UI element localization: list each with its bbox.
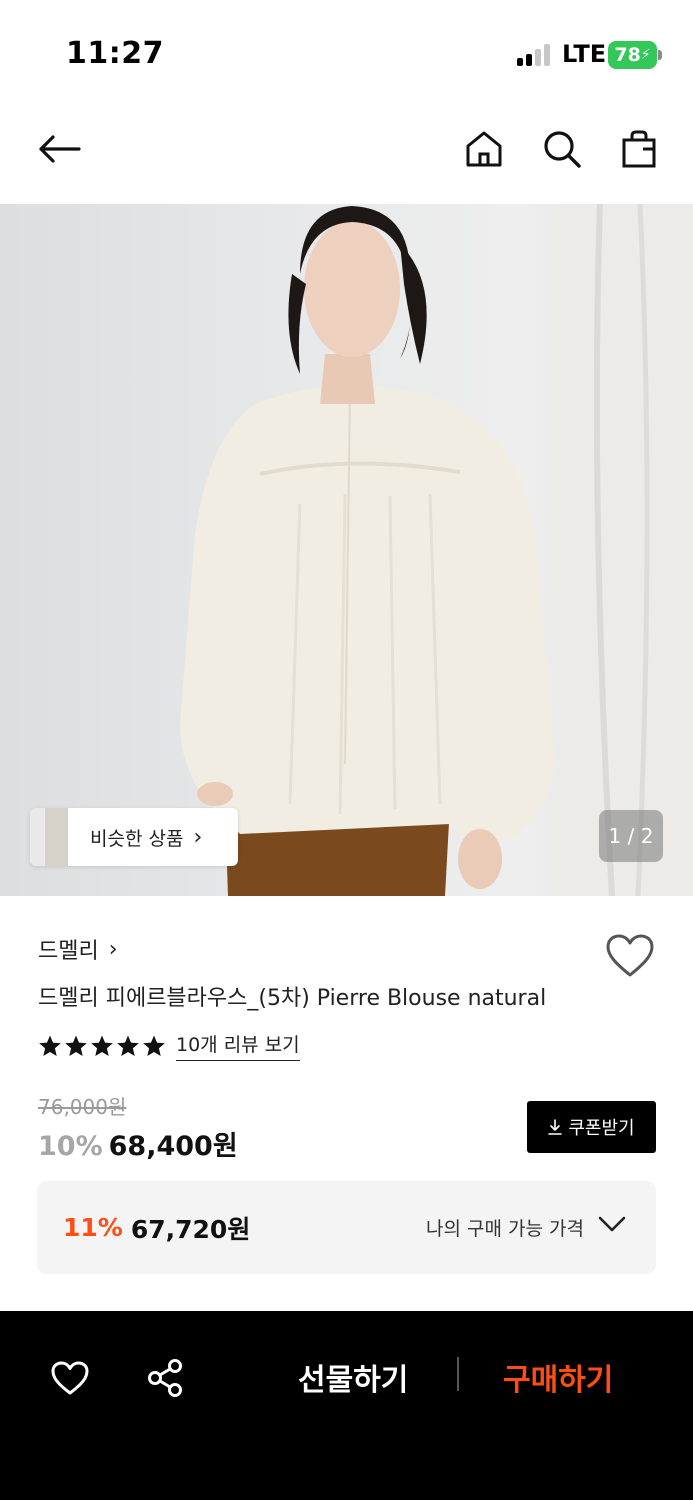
review-link[interactable]: 10개 리뷰 보기 (176, 1030, 300, 1061)
star-icon (143, 1035, 165, 1056)
rating-stars (38, 1034, 166, 1058)
original-price: 76,000원 (38, 1095, 127, 1119)
sale-price-row: 10% 68,400원 (38, 1124, 238, 1163)
network-type: LTE (562, 40, 607, 68)
battery-level: 78 (614, 44, 641, 66)
my-price-label: 나의 구매 가능 가격 (426, 1218, 584, 1240)
share-icon (148, 1359, 182, 1397)
home-icon (466, 131, 502, 167)
star-icon (91, 1035, 113, 1056)
my-discount-rate: 11% (63, 1213, 123, 1242)
buy-button[interactable]: 구매하기 (503, 1355, 613, 1399)
heart-icon (51, 1361, 89, 1395)
battery-indicator: 78 ⚡ (608, 41, 657, 69)
signal-icon (517, 44, 553, 66)
star-icon (117, 1035, 139, 1056)
charging-bolt-icon: ⚡ (640, 47, 651, 63)
star-icon (39, 1035, 61, 1056)
brand-name: 드멜리 (38, 939, 99, 964)
wishlist-button[interactable] (605, 933, 655, 979)
my-price-dropdown[interactable]: 11% 67,720원 나의 구매 가능 가격 (37, 1181, 656, 1274)
sale-price: 68,400원 (108, 1131, 238, 1162)
home-button[interactable] (459, 124, 509, 174)
similar-product-thumbnail (30, 808, 68, 866)
similar-products-button[interactable]: 비슷한 상품 › (30, 808, 238, 866)
bottom-action-bar: 선물하기 구매하기 (0, 1311, 693, 1500)
status-time: 11:27 (66, 36, 164, 71)
shopping-bag-icon (622, 130, 656, 168)
product-image[interactable]: 비슷한 상품 › 1 / 2 (0, 204, 693, 896)
battery-tip (658, 50, 662, 60)
star-icon (65, 1035, 87, 1056)
chevron-right-icon: › (108, 936, 118, 962)
chevron-down-icon (598, 1216, 626, 1232)
heart-icon (606, 934, 654, 977)
product-photo (180, 204, 693, 896)
bottom-divider (457, 1357, 459, 1391)
coupon-label: 쿠폰받기 (568, 1118, 635, 1139)
bottom-wishlist-button[interactable] (45, 1353, 95, 1403)
back-button[interactable] (34, 124, 84, 174)
gift-button[interactable]: 선물하기 (298, 1355, 408, 1399)
chevron-right-icon: › (193, 824, 203, 850)
download-icon (548, 1119, 563, 1135)
shopping-bag-button[interactable] (614, 124, 664, 174)
coupon-download-button[interactable]: 쿠폰받기 (527, 1101, 656, 1153)
discount-rate: 10% (38, 1131, 103, 1162)
rating-row: 10개 리뷰 보기 (38, 1030, 300, 1061)
status-bar: 11:27 LTE 78 ⚡ (0, 0, 693, 100)
image-page-counter: 1 / 2 (599, 810, 663, 862)
share-button[interactable] (140, 1353, 190, 1403)
brand-link[interactable]: 드멜리 › (38, 933, 118, 965)
search-button[interactable] (537, 124, 587, 174)
similar-products-label: 비슷한 상품 (90, 827, 184, 850)
product-title: 드멜리 피에르블라우스_(5차) Pierre Blouse natural (38, 986, 547, 1011)
search-icon (544, 131, 581, 168)
nav-bar (0, 100, 693, 204)
back-arrow-icon (39, 135, 81, 163)
my-price: 67,720원 (130, 1214, 251, 1244)
